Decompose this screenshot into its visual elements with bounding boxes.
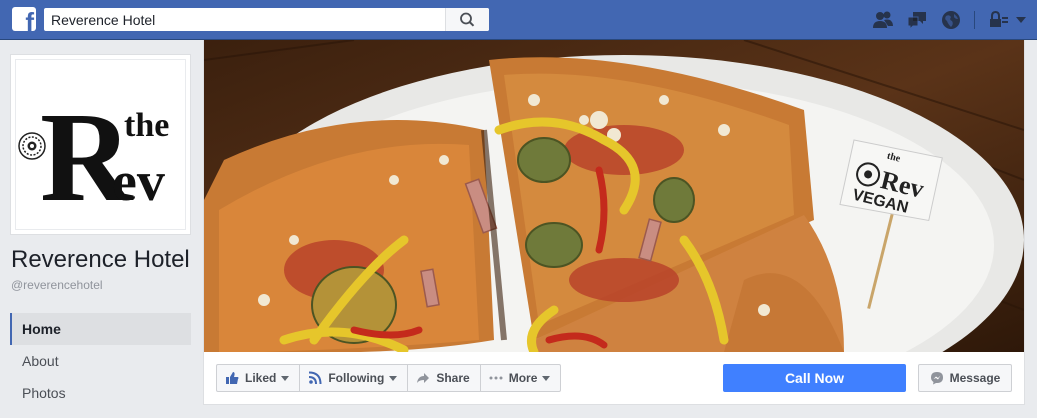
search-bar <box>44 8 489 31</box>
messenger-icon <box>930 371 944 385</box>
privacy-lock-icon[interactable] <box>987 9 1009 31</box>
page-navigation: Home About Photos <box>10 313 191 409</box>
page-sidebar: R the ev Reverence Hotel @reverencehotel… <box>0 40 203 418</box>
top-navigation-bar: f <box>0 0 1037 40</box>
following-button[interactable]: Following <box>299 364 409 392</box>
nav-item-about[interactable]: About <box>10 345 191 377</box>
share-arrow-icon <box>416 371 430 385</box>
chevron-down-icon <box>389 375 398 381</box>
top-bar-icons <box>860 9 1027 31</box>
thumbs-up-icon <box>225 371 239 385</box>
messages-icon[interactable] <box>906 9 928 31</box>
chevron-down-icon <box>542 375 551 381</box>
notifications-globe-icon[interactable] <box>940 9 962 31</box>
liked-button[interactable]: Liked <box>216 364 301 392</box>
nav-item-home[interactable]: Home <box>10 313 191 345</box>
page-username[interactable]: @reverencehotel <box>11 278 103 292</box>
chevron-down-icon <box>281 375 290 381</box>
following-label: Following <box>328 371 385 385</box>
rev-logo: R the ev <box>15 59 186 230</box>
page-action-bar: Liked Following Share More Call Now Mess… <box>204 352 1024 404</box>
svg-text:ev: ev <box>112 151 165 213</box>
nav-item-photos[interactable]: Photos <box>10 377 191 409</box>
call-now-button[interactable]: Call Now <box>723 364 906 392</box>
more-dots-icon <box>489 371 503 385</box>
svg-text:the: the <box>124 107 169 144</box>
search-button[interactable] <box>445 8 489 31</box>
more-button[interactable]: More <box>479 364 562 392</box>
facebook-logo-icon[interactable]: f <box>12 7 36 31</box>
top-bar-divider <box>974 11 975 29</box>
liked-label: Liked <box>245 371 277 385</box>
message-button[interactable]: Message <box>918 364 1012 392</box>
share-button[interactable]: Share <box>407 364 481 392</box>
cover-photo[interactable]: the Rev VEGAN <box>204 40 1024 352</box>
page-action-buttons: Liked Following Share More <box>216 364 562 392</box>
page-header-card: the Rev VEGAN Liked Following Share More… <box>203 40 1025 405</box>
rss-follow-icon <box>308 371 322 385</box>
message-label: Message <box>949 371 1001 385</box>
account-menu-icon[interactable] <box>1015 9 1027 31</box>
friend-requests-icon[interactable] <box>872 9 894 31</box>
search-input[interactable] <box>44 8 444 31</box>
page-title[interactable]: Reverence Hotel <box>11 246 190 274</box>
profile-picture[interactable]: R the ev <box>10 54 191 235</box>
search-icon <box>460 12 475 27</box>
share-label: Share <box>436 371 470 385</box>
more-label: More <box>508 371 538 385</box>
